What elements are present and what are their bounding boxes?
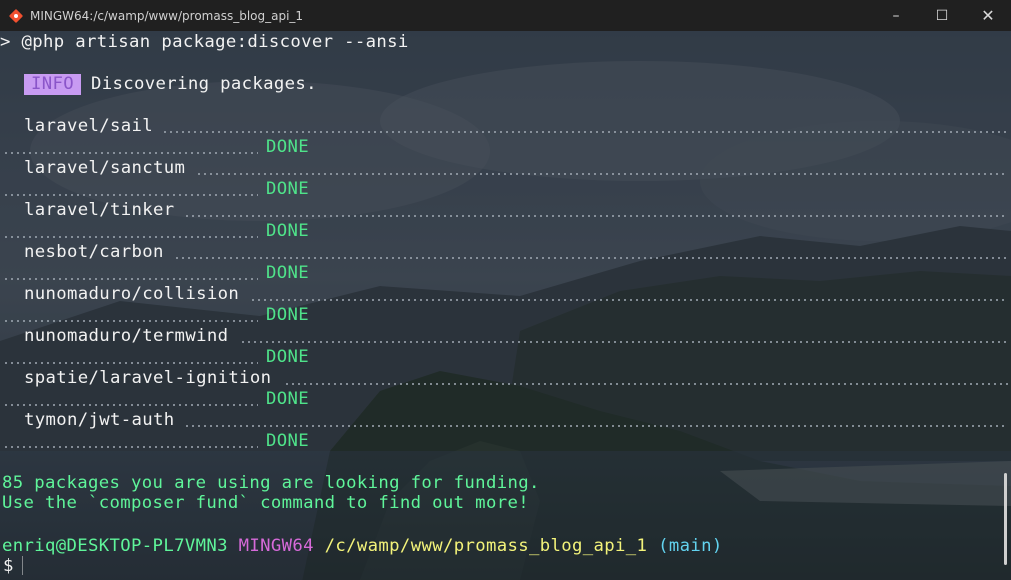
dot-leader	[250, 299, 1008, 301]
done-status: DONE	[266, 431, 310, 451]
text-cursor	[22, 556, 23, 575]
dot-leader	[3, 236, 258, 238]
funding-line-2: Use the `composer fund` command to find …	[2, 493, 529, 513]
dot-leader	[196, 173, 1008, 175]
done-status: DONE	[266, 347, 310, 367]
dot-leader	[3, 320, 258, 322]
prompt-branch: (main)	[658, 536, 723, 556]
package-name: spatie/laravel-ignition	[24, 368, 272, 388]
prompt-shell: MINGW64	[238, 536, 314, 556]
dot-leader	[3, 404, 258, 406]
title-bar[interactable]: MINGW64:/c/wamp/www/promass_blog_api_1 –…	[0, 0, 1011, 31]
window-controls: – ☐ ✕	[873, 0, 1011, 31]
shell-prompt: enriq@DESKTOP-PL7VMN3 MINGW64 /c/wamp/ww…	[2, 536, 723, 557]
dot-leader	[3, 194, 258, 196]
dot-leader	[3, 446, 258, 448]
maximize-button[interactable]: ☐	[919, 0, 965, 31]
package-name: nunomaduro/termwind	[24, 326, 229, 346]
minimize-button[interactable]: –	[873, 0, 919, 31]
dot-leader	[240, 341, 1008, 343]
done-status: DONE	[266, 179, 310, 199]
close-button[interactable]: ✕	[965, 0, 1011, 31]
dot-leader	[3, 152, 258, 154]
package-name: tymon/jwt-auth	[24, 410, 175, 430]
done-status: DONE	[266, 221, 310, 241]
package-name: laravel/sanctum	[24, 158, 186, 178]
terminal-pane[interactable]: > @php artisan package:discover --ansi I…	[0, 31, 1011, 580]
prompt-path: /c/wamp/www/promass_blog_api_1	[324, 536, 648, 556]
done-status: DONE	[266, 389, 310, 409]
package-name: laravel/tinker	[24, 200, 175, 220]
dot-leader	[162, 131, 1008, 133]
dot-leader	[174, 257, 1008, 259]
package-name: nunomaduro/collision	[24, 284, 240, 304]
dot-leader	[3, 278, 258, 280]
package-name: nesbot/carbon	[24, 242, 164, 262]
info-line: INFO Discovering packages.	[24, 74, 317, 95]
terminal-output: > @php artisan package:discover --ansi I…	[0, 31, 1011, 580]
info-text: Discovering packages.	[91, 74, 317, 94]
package-name: laravel/sail	[24, 116, 154, 136]
done-status: DONE	[266, 263, 310, 283]
dot-leader	[184, 425, 1008, 427]
dot-leader	[184, 215, 1008, 217]
dot-leader	[3, 362, 258, 364]
scrollbar-thumb[interactable]	[1004, 473, 1007, 565]
info-badge: INFO	[24, 74, 82, 95]
dot-leader	[284, 383, 1008, 385]
prompt-user-host: enriq@DESKTOP-PL7VMN3	[2, 536, 228, 556]
done-status: DONE	[266, 137, 310, 157]
scrollbar[interactable]	[1001, 31, 1011, 580]
window-title: MINGW64:/c/wamp/www/promass_blog_api_1	[30, 8, 304, 23]
done-status: DONE	[266, 305, 310, 325]
git-bash-icon	[8, 8, 24, 23]
prompt-symbol[interactable]: $	[3, 556, 14, 577]
funding-line-1: 85 packages you are using are looking fo…	[2, 473, 540, 493]
command-line: > @php artisan package:discover --ansi	[0, 32, 409, 52]
